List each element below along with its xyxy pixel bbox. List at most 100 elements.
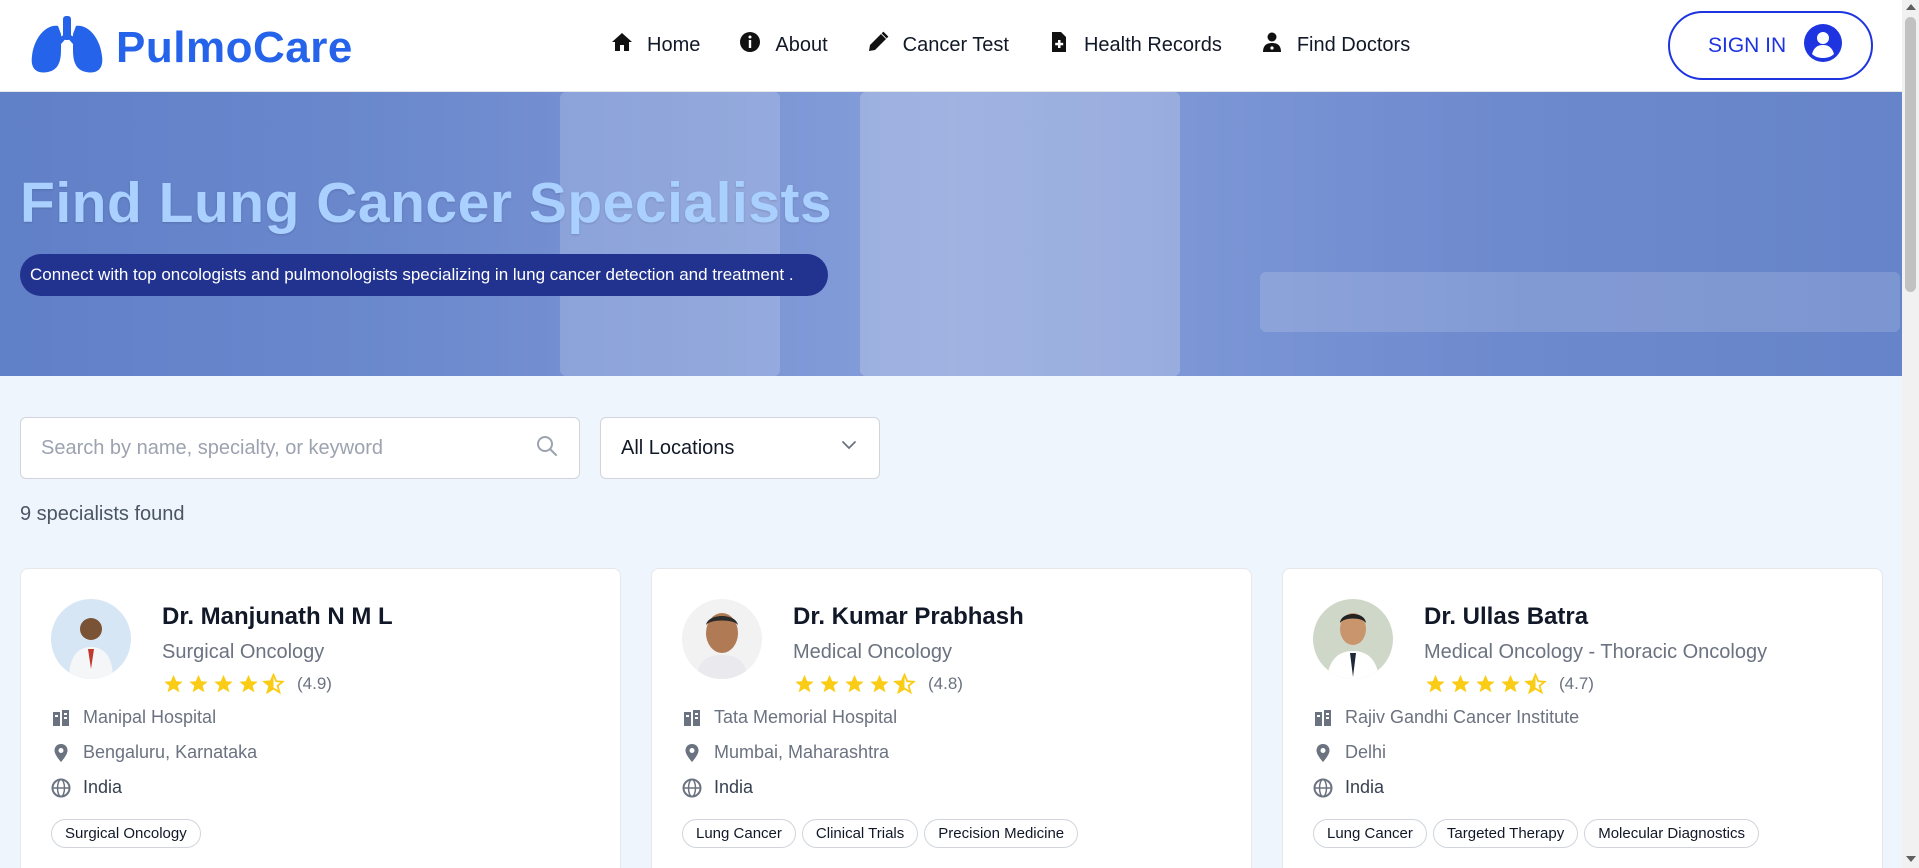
file-medical-icon — [1047, 30, 1071, 60]
star-icon — [870, 674, 889, 693]
country-name: India — [83, 777, 123, 797]
hero-banner: Find Lung Cancer Specialists Connect wit… — [0, 92, 1902, 376]
nav-health-records-label: Health Records — [1083, 33, 1222, 56]
hero-subtitle: Connect with top oncologists and pulmono… — [20, 254, 828, 296]
specialty-tag: Targeted Therapy — [1432, 819, 1579, 848]
half-star-icon — [262, 673, 285, 695]
doctor-specialty: Medical Oncology — [793, 641, 952, 663]
doctor-rating: (4.9) — [162, 673, 332, 695]
site-header: PulmoCare Home About Cancer Test Health … — [0, 0, 1902, 92]
star-icon — [820, 674, 839, 693]
half-star-icon — [1524, 673, 1547, 695]
doctor-avatar — [51, 599, 131, 679]
doctor-location: Mumbai, Maharashtra — [682, 742, 889, 763]
nav-find-doctors-label: Find Doctors — [1296, 33, 1411, 56]
rating-value: (4.9) — [297, 674, 332, 693]
scrollbar-thumb[interactable] — [1905, 17, 1916, 292]
star-icon — [1426, 674, 1445, 693]
star-icon — [1501, 674, 1520, 693]
map-pin-icon — [1316, 743, 1330, 762]
specialty-tag: Lung Cancer — [1313, 819, 1427, 848]
scroll-down-arrow-icon[interactable] — [1906, 856, 1916, 862]
hospital-icon — [1315, 709, 1331, 726]
globe-icon — [682, 778, 702, 797]
doctor-hospital: Rajiv Gandhi Cancer Institute — [1313, 707, 1579, 728]
star-icon — [1451, 674, 1470, 693]
hero-background-figure — [860, 92, 1180, 376]
search-icon[interactable] — [535, 434, 559, 463]
star-icon — [795, 674, 814, 693]
search-placeholder: Search by name, specialty, or keyword — [41, 436, 384, 459]
hero-background-desk — [1260, 272, 1900, 332]
main-nav: Home About Cancer Test Health Records Fi… — [610, 30, 1410, 60]
doctor-tags: Lung Cancer Clinical Trials Precision Me… — [682, 819, 1079, 848]
sign-in-button[interactable]: SIGN IN — [1668, 11, 1873, 80]
star-icon — [189, 674, 208, 693]
nav-about[interactable]: About — [738, 30, 828, 60]
results-count: 9 specialists found — [20, 503, 185, 525]
specialty-tag: Clinical Trials — [801, 819, 919, 848]
hospital-name: Rajiv Gandhi Cancer Institute — [1345, 707, 1580, 727]
doctor-card[interactable]: Dr. Kumar Prabhash Medical Oncology (4.8… — [651, 568, 1252, 868]
nav-health-records[interactable]: Health Records — [1047, 30, 1222, 60]
rating-value: (4.7) — [1559, 674, 1594, 693]
country-name: India — [714, 777, 754, 797]
nav-find-doctors[interactable]: Find Doctors — [1260, 30, 1410, 60]
page-scrollbar[interactable] — [1902, 0, 1919, 868]
specialty-tag: Surgical Oncology — [51, 819, 201, 848]
location-name: Delhi — [1345, 742, 1387, 762]
home-icon — [610, 30, 634, 60]
doctor-country: India — [1313, 777, 1384, 798]
half-star-icon — [893, 673, 916, 695]
nav-about-label: About — [775, 33, 828, 56]
doctor-specialty: Medical Oncology - Thoracic Oncology — [1424, 641, 1768, 663]
brand-name: PulmoCare — [116, 22, 353, 72]
doctor-avatar — [682, 599, 762, 679]
globe-icon — [51, 778, 71, 797]
doctor-tags: Lung Cancer Targeted Therapy Molecular D… — [1313, 819, 1759, 848]
globe-icon — [1313, 778, 1333, 797]
doctor-name[interactable]: Dr. Manjunath N M L — [162, 603, 393, 631]
doctor-card[interactable]: Dr. Ullas Batra Medical Oncology - Thora… — [1282, 568, 1883, 868]
doctor-country: India — [682, 777, 753, 798]
hospital-icon — [53, 709, 69, 726]
hospital-name: Manipal Hospital — [83, 707, 217, 727]
star-icon — [239, 674, 258, 693]
nav-cancer-test-label: Cancer Test — [902, 33, 1009, 56]
country-name: India — [1345, 777, 1385, 797]
hero-title: Find Lung Cancer Specialists — [20, 171, 833, 235]
doctor-rating: (4.8) — [793, 673, 963, 695]
doctor-avatar — [1313, 599, 1393, 679]
brand-logo[interactable]: PulmoCare — [28, 14, 353, 81]
hospital-icon — [684, 709, 700, 726]
doctor-specialty: Surgical Oncology — [162, 641, 325, 663]
doctor-name[interactable]: Dr. Kumar Prabhash — [793, 603, 1024, 631]
map-pin-icon — [685, 743, 699, 762]
nav-home-label: Home — [647, 33, 701, 56]
sign-in-label: SIGN IN — [1708, 33, 1787, 57]
location-name: Bengaluru, Karnataka — [83, 742, 258, 762]
doctor-card[interactable]: Dr. Manjunath N M L Surgical Oncology (4… — [20, 568, 621, 868]
specialty-tag: Precision Medicine — [924, 819, 1079, 848]
info-icon — [738, 30, 762, 60]
nav-cancer-test[interactable]: Cancer Test — [866, 30, 1009, 60]
doctor-location: Delhi — [1313, 742, 1386, 763]
doctor-hospital: Manipal Hospital — [51, 707, 216, 728]
lungs-icon — [28, 14, 106, 81]
star-icon — [845, 674, 864, 693]
doctor-name[interactable]: Dr. Ullas Batra — [1424, 603, 1588, 631]
user-doctor-icon — [1260, 30, 1284, 60]
star-icon — [164, 674, 183, 693]
doctor-country: India — [51, 777, 122, 798]
rating-value: (4.8) — [928, 674, 963, 693]
location-name: Mumbai, Maharashtra — [714, 742, 890, 762]
scroll-up-arrow-icon[interactable] — [1906, 4, 1916, 10]
nav-home[interactable]: Home — [610, 30, 700, 60]
location-select[interactable]: All Locations — [600, 417, 880, 479]
doctor-hospital: Tata Memorial Hospital — [682, 707, 897, 728]
location-select-value: All Locations — [621, 436, 735, 459]
star-icon — [1476, 674, 1495, 693]
user-circle-icon — [1803, 23, 1843, 69]
search-input[interactable]: Search by name, specialty, or keyword — [20, 417, 580, 479]
specialty-tag: Lung Cancer — [682, 819, 796, 848]
